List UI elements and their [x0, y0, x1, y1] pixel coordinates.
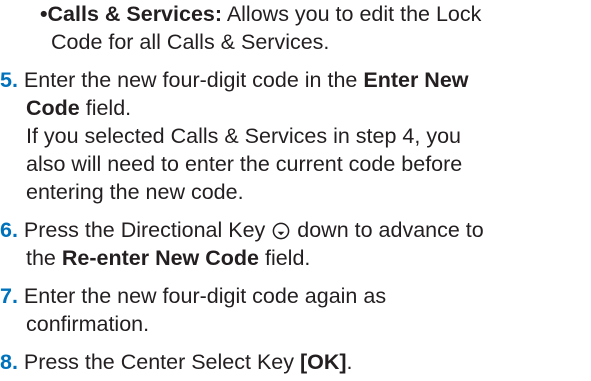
step-5-line2: Code field. [26, 96, 131, 121]
step-8-text-post: . [346, 350, 353, 374]
bullet-text-line2: Code for all Calls & Services. [51, 30, 330, 54]
manual-page: •Calls & Services: Allows you to edit th… [0, 0, 591, 381]
step-6-text-post: down to advance to [291, 218, 484, 242]
bullet-symbol: • [40, 2, 48, 26]
step-8-number: 8. [0, 350, 18, 374]
step-6-field-name: Re-enter New Code [61, 246, 259, 270]
step-7-text-line1: Enter the new four-digit code again as [23, 284, 387, 308]
step-5-field-name-part2: Code [26, 96, 80, 120]
step-8-line1: 8. Press the Center Select Key [OK]. [0, 350, 353, 375]
step-5-field-name-part1: Enter New [363, 68, 469, 92]
step-7-number: 7. [0, 284, 18, 308]
step-6-line1: 6. Press the Directional Key down to adv… [0, 218, 484, 243]
step-5-note-line1: If you selected Calls & Services in step… [26, 124, 461, 148]
step-8-text-pre: Press the Center Select Key [23, 350, 300, 374]
step-8-key-name: [OK] [299, 350, 347, 374]
step-5-note-line3: entering the new code. [26, 180, 244, 204]
step-6-text-line2-post: field. [259, 246, 311, 270]
step-6-text-line2-pre: the [26, 246, 62, 270]
step-5-text-pre: Enter the new four-digit code in the [23, 68, 364, 92]
step-6-text-pre: Press the Directional Key [23, 218, 272, 242]
step-5-note-line2: also will need to enter the current code… [26, 152, 463, 176]
bullet-term: Calls & Services: [47, 2, 223, 26]
bullet-text-line1: Allows you to edit the Lock [222, 2, 482, 26]
step-5-line1: 5. Enter the new four-digit code in the … [0, 68, 469, 93]
step-6-number: 6. [0, 218, 18, 242]
step-7-line2: confirmation. [26, 312, 150, 336]
step-5-number: 5. [0, 68, 18, 92]
step-6-line2: the Re-enter New Code field. [26, 246, 310, 271]
directional-key-down-icon [272, 221, 290, 240]
step-5-text-post: field. [79, 96, 132, 120]
step-7-line1: 7. Enter the new four-digit code again a… [0, 284, 386, 309]
bullet-calls-services: •Calls & Services: Allows you to edit th… [40, 2, 481, 27]
